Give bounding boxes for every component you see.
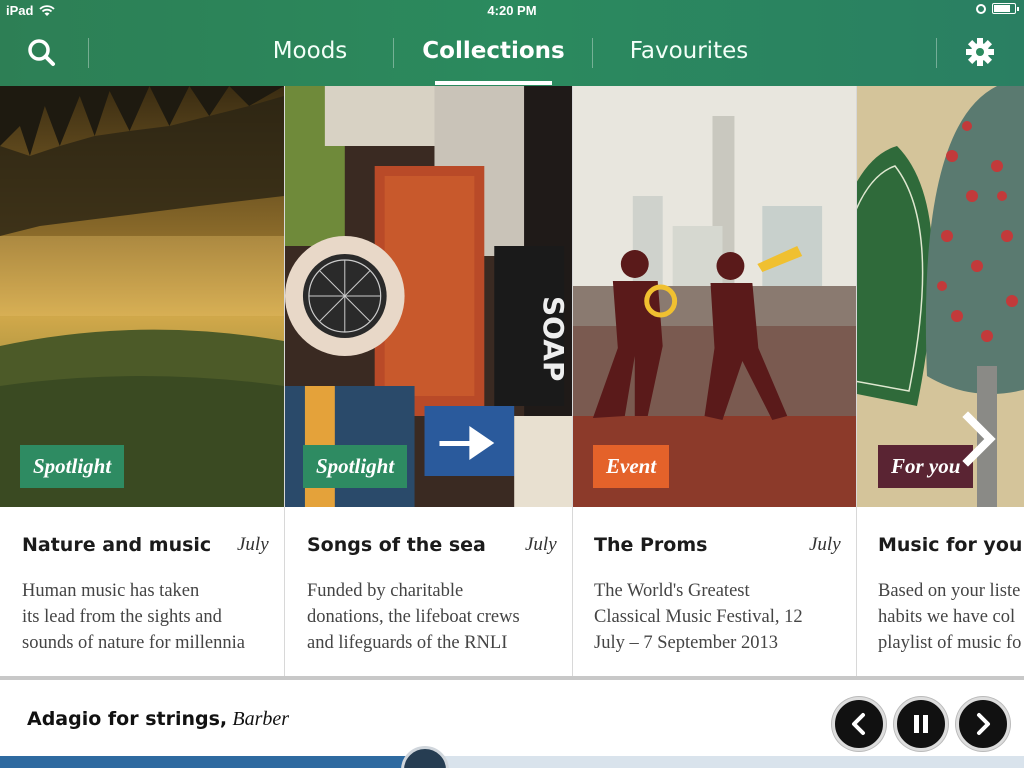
card-description: The World's Greatest Classical Music Fes…: [594, 581, 803, 653]
nav-divider: [88, 38, 89, 68]
collections-carousel: Spotlight Nature and music July Human mu…: [0, 86, 1024, 676]
card-title: Nature and music: [22, 534, 212, 556]
header-bar: iPad 4:20 PM Moods Collections Favourite…: [0, 0, 1024, 86]
progress-fill: [0, 756, 425, 768]
card-description: Based on your liste habits we have col p…: [878, 581, 1022, 653]
tab-moods[interactable]: Moods: [255, 38, 365, 64]
status-bar: iPad 4:20 PM: [0, 0, 1024, 22]
chevron-right-icon: [977, 713, 990, 735]
tab-favourites[interactable]: Favourites: [620, 38, 758, 64]
card-title: Music for you: [878, 534, 1023, 556]
card-title: Songs of the sea: [307, 534, 486, 556]
pause-button[interactable]: [894, 697, 948, 751]
nav-divider: [592, 38, 593, 68]
track-artist: Barber: [232, 708, 290, 730]
collection-card-proms[interactable]: Event The Proms July The World's Greates…: [573, 86, 857, 676]
chevron-left-icon: [852, 713, 865, 735]
track-title: Adagio for strings,: [27, 708, 228, 730]
card-date: July: [237, 534, 269, 555]
card-date: July: [809, 534, 841, 555]
progress-handle[interactable]: [400, 746, 449, 768]
audio-player: Adagio for strings, Barber: [0, 676, 1024, 768]
now-playing: Adagio for strings, Barber: [27, 708, 289, 731]
card-image-sea: SOAP: [285, 86, 572, 507]
gear-icon[interactable]: [960, 34, 1000, 70]
nav-divider: [936, 38, 937, 68]
battery-icon: [992, 3, 1019, 14]
tab-collections[interactable]: Collections: [420, 38, 567, 64]
main-nav: Moods Collections Favourites: [0, 22, 1024, 86]
card-description: Human music has taken its lead from the …: [22, 581, 245, 653]
collection-card-for-you[interactable]: For you Music for you Based on your list…: [857, 86, 1024, 676]
card-badge: Spotlight: [303, 445, 408, 488]
pause-icon: [914, 715, 928, 733]
active-tab-indicator: [435, 81, 552, 85]
search-icon[interactable]: [22, 36, 62, 70]
nav-divider: [393, 38, 394, 68]
next-button[interactable]: [956, 697, 1010, 751]
card-image-nature: [0, 86, 284, 507]
card-description: Funded by charitable donations, the life…: [307, 581, 520, 653]
battery-level: [994, 5, 1011, 12]
collection-card-nature[interactable]: Spotlight Nature and music July Human mu…: [0, 86, 285, 676]
card-badge: Spotlight: [20, 445, 125, 488]
rotation-lock-icon: [976, 3, 986, 14]
progress-bar[interactable]: [0, 746, 1024, 768]
card-date: July: [525, 534, 557, 555]
chevron-right-icon[interactable]: [960, 411, 1002, 467]
previous-button[interactable]: [832, 697, 886, 751]
svg-text:SOAP: SOAP: [537, 296, 570, 381]
status-time: 4:20 PM: [487, 3, 537, 18]
collection-card-sea[interactable]: SOAP Spotlight Songs of the sea July Fun…: [285, 86, 573, 676]
card-title: The Proms: [594, 534, 708, 556]
card-badge: Event: [593, 445, 670, 488]
card-image-proms: [573, 86, 856, 507]
